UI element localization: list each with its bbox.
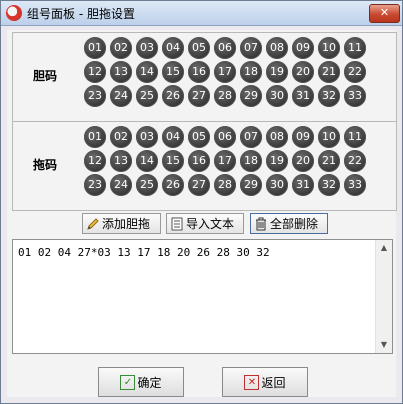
- number-ball[interactable]: 29: [240, 174, 262, 196]
- scroll-up-icon[interactable]: ▲: [376, 241, 392, 255]
- number-ball[interactable]: 02: [110, 126, 132, 148]
- number-ball[interactable]: 12: [84, 61, 106, 83]
- dan-code-label: 胆码: [32, 69, 57, 83]
- action-toolbar: 添加胆拖 导入文本 全部删除: [82, 213, 382, 237]
- number-ball[interactable]: 29: [240, 85, 262, 107]
- number-ball[interactable]: 33: [344, 174, 366, 196]
- number-ball[interactable]: 23: [84, 174, 106, 196]
- number-ball[interactable]: 18: [240, 150, 262, 172]
- tuo-code-balls: 01 02 03 04 05 06 07 08 09 10 11 12 13 14 15 16 17 18 19 20…: [84, 126, 374, 196]
- vertical-scrollbar[interactable]: ▲ ▼: [375, 240, 392, 353]
- number-ball[interactable]: 27: [188, 174, 210, 196]
- number-ball[interactable]: 25: [136, 85, 158, 107]
- number-ball[interactable]: 03: [136, 126, 158, 148]
- textarea-value: 01 02 04 27*03 13 17 18 20 26 28 30 32: [18, 246, 270, 259]
- number-ball[interactable]: 13: [110, 61, 132, 83]
- back-label: 返回: [261, 375, 286, 390]
- trash-icon: [254, 217, 268, 231]
- checkmark-icon: ✓: [120, 374, 136, 390]
- add-dantuo-button[interactable]: 添加胆拖: [82, 213, 161, 234]
- number-ball[interactable]: 09: [292, 37, 314, 59]
- pencil-icon: [86, 217, 100, 231]
- app-logo-icon: [6, 5, 22, 21]
- number-ball[interactable]: 21: [318, 150, 340, 172]
- number-ball[interactable]: 30: [266, 174, 288, 196]
- delete-all-label: 全部删除: [270, 217, 319, 231]
- number-ball[interactable]: 19: [266, 61, 288, 83]
- number-ball[interactable]: 13: [110, 150, 132, 172]
- dialog-content: 胆码 01 02 03 04 05 06 07 08 09 10 11 12 13 14 15 16 17 18 1…: [7, 30, 397, 397]
- cancel-x-icon: ✕: [244, 374, 260, 390]
- number-ball[interactable]: 09: [292, 126, 314, 148]
- number-ball[interactable]: 33: [344, 85, 366, 107]
- number-ball[interactable]: 14: [136, 61, 158, 83]
- number-ball[interactable]: 11: [344, 126, 366, 148]
- close-button[interactable]: ✕: [369, 4, 400, 23]
- number-ball[interactable]: 08: [266, 126, 288, 148]
- number-ball[interactable]: 32: [318, 174, 340, 196]
- number-ball[interactable]: 16: [188, 150, 210, 172]
- number-ball[interactable]: 30: [266, 85, 288, 107]
- back-button[interactable]: ✕ 返回: [222, 367, 308, 397]
- number-ball[interactable]: 02: [110, 37, 132, 59]
- dialog-window: 组号面板 - 胆拖设置 ✕ 胆码 01 02 03 04 05 06 07 08 09 10 11 1…: [0, 0, 403, 404]
- number-ball[interactable]: 15: [162, 150, 184, 172]
- number-ball[interactable]: 07: [240, 126, 262, 148]
- number-ball[interactable]: 11: [344, 37, 366, 59]
- selection-textarea[interactable]: 01 02 04 27*03 13 17 18 20 26 28 30 32 ▲…: [12, 239, 393, 354]
- number-ball[interactable]: 26: [162, 174, 184, 196]
- number-ball[interactable]: 22: [344, 150, 366, 172]
- number-ball[interactable]: 05: [188, 37, 210, 59]
- number-ball[interactable]: 27: [188, 85, 210, 107]
- scroll-down-icon[interactable]: ▼: [376, 338, 392, 352]
- dan-code-balls: 01 02 03 04 05 06 07 08 09 10 11 12 13 14 15 16 17 18 19 20…: [84, 37, 374, 107]
- number-ball[interactable]: 28: [214, 174, 236, 196]
- number-ball[interactable]: 18: [240, 61, 262, 83]
- number-ball[interactable]: 05: [188, 126, 210, 148]
- number-ball[interactable]: 31: [292, 85, 314, 107]
- number-ball[interactable]: 15: [162, 61, 184, 83]
- number-ball[interactable]: 28: [214, 85, 236, 107]
- import-text-button[interactable]: 导入文本: [166, 213, 244, 234]
- number-ball[interactable]: 04: [162, 126, 184, 148]
- number-ball[interactable]: 24: [110, 174, 132, 196]
- number-ball[interactable]: 10: [318, 126, 340, 148]
- number-ball[interactable]: 17: [214, 61, 236, 83]
- number-ball[interactable]: 07: [240, 37, 262, 59]
- number-ball[interactable]: 01: [84, 37, 106, 59]
- number-ball[interactable]: 12: [84, 150, 106, 172]
- window-title: 组号面板 - 胆拖设置: [27, 7, 135, 21]
- number-ball[interactable]: 21: [318, 61, 340, 83]
- number-ball[interactable]: 20: [292, 61, 314, 83]
- number-ball[interactable]: 25: [136, 174, 158, 196]
- number-ball[interactable]: 01: [84, 126, 106, 148]
- dan-code-group: 胆码 01 02 03 04 05 06 07 08 09 10 11 12 13 14 15 16 17 18 1…: [12, 32, 397, 122]
- add-dantuo-label: 添加胆拖: [102, 217, 151, 231]
- number-ball[interactable]: 31: [292, 174, 314, 196]
- number-ball[interactable]: 20: [292, 150, 314, 172]
- number-ball[interactable]: 08: [266, 37, 288, 59]
- document-icon: [170, 217, 184, 231]
- number-ball[interactable]: 16: [188, 61, 210, 83]
- number-ball[interactable]: 17: [214, 150, 236, 172]
- number-ball[interactable]: 03: [136, 37, 158, 59]
- ok-button[interactable]: ✓ 确定: [98, 367, 184, 397]
- number-ball[interactable]: 06: [214, 126, 236, 148]
- number-ball[interactable]: 19: [266, 150, 288, 172]
- tuo-code-group: 拖码 01 02 03 04 05 06 07 08 09 10 11 12 13 14 15 16 17 18 1…: [12, 121, 397, 211]
- number-ball[interactable]: 10: [318, 37, 340, 59]
- number-ball[interactable]: 04: [162, 37, 184, 59]
- number-ball[interactable]: 23: [84, 85, 106, 107]
- delete-all-button[interactable]: 全部删除: [250, 213, 328, 234]
- number-ball[interactable]: 06: [214, 37, 236, 59]
- number-ball[interactable]: 14: [136, 150, 158, 172]
- import-text-label: 导入文本: [186, 217, 235, 231]
- number-ball[interactable]: 22: [344, 61, 366, 83]
- number-ball[interactable]: 26: [162, 85, 184, 107]
- ok-label: 确定: [137, 375, 162, 390]
- number-ball[interactable]: 24: [110, 85, 132, 107]
- tuo-code-label: 拖码: [32, 158, 57, 172]
- number-ball[interactable]: 32: [318, 85, 340, 107]
- title-bar[interactable]: 组号面板 - 胆拖设置 ✕: [1, 1, 402, 26]
